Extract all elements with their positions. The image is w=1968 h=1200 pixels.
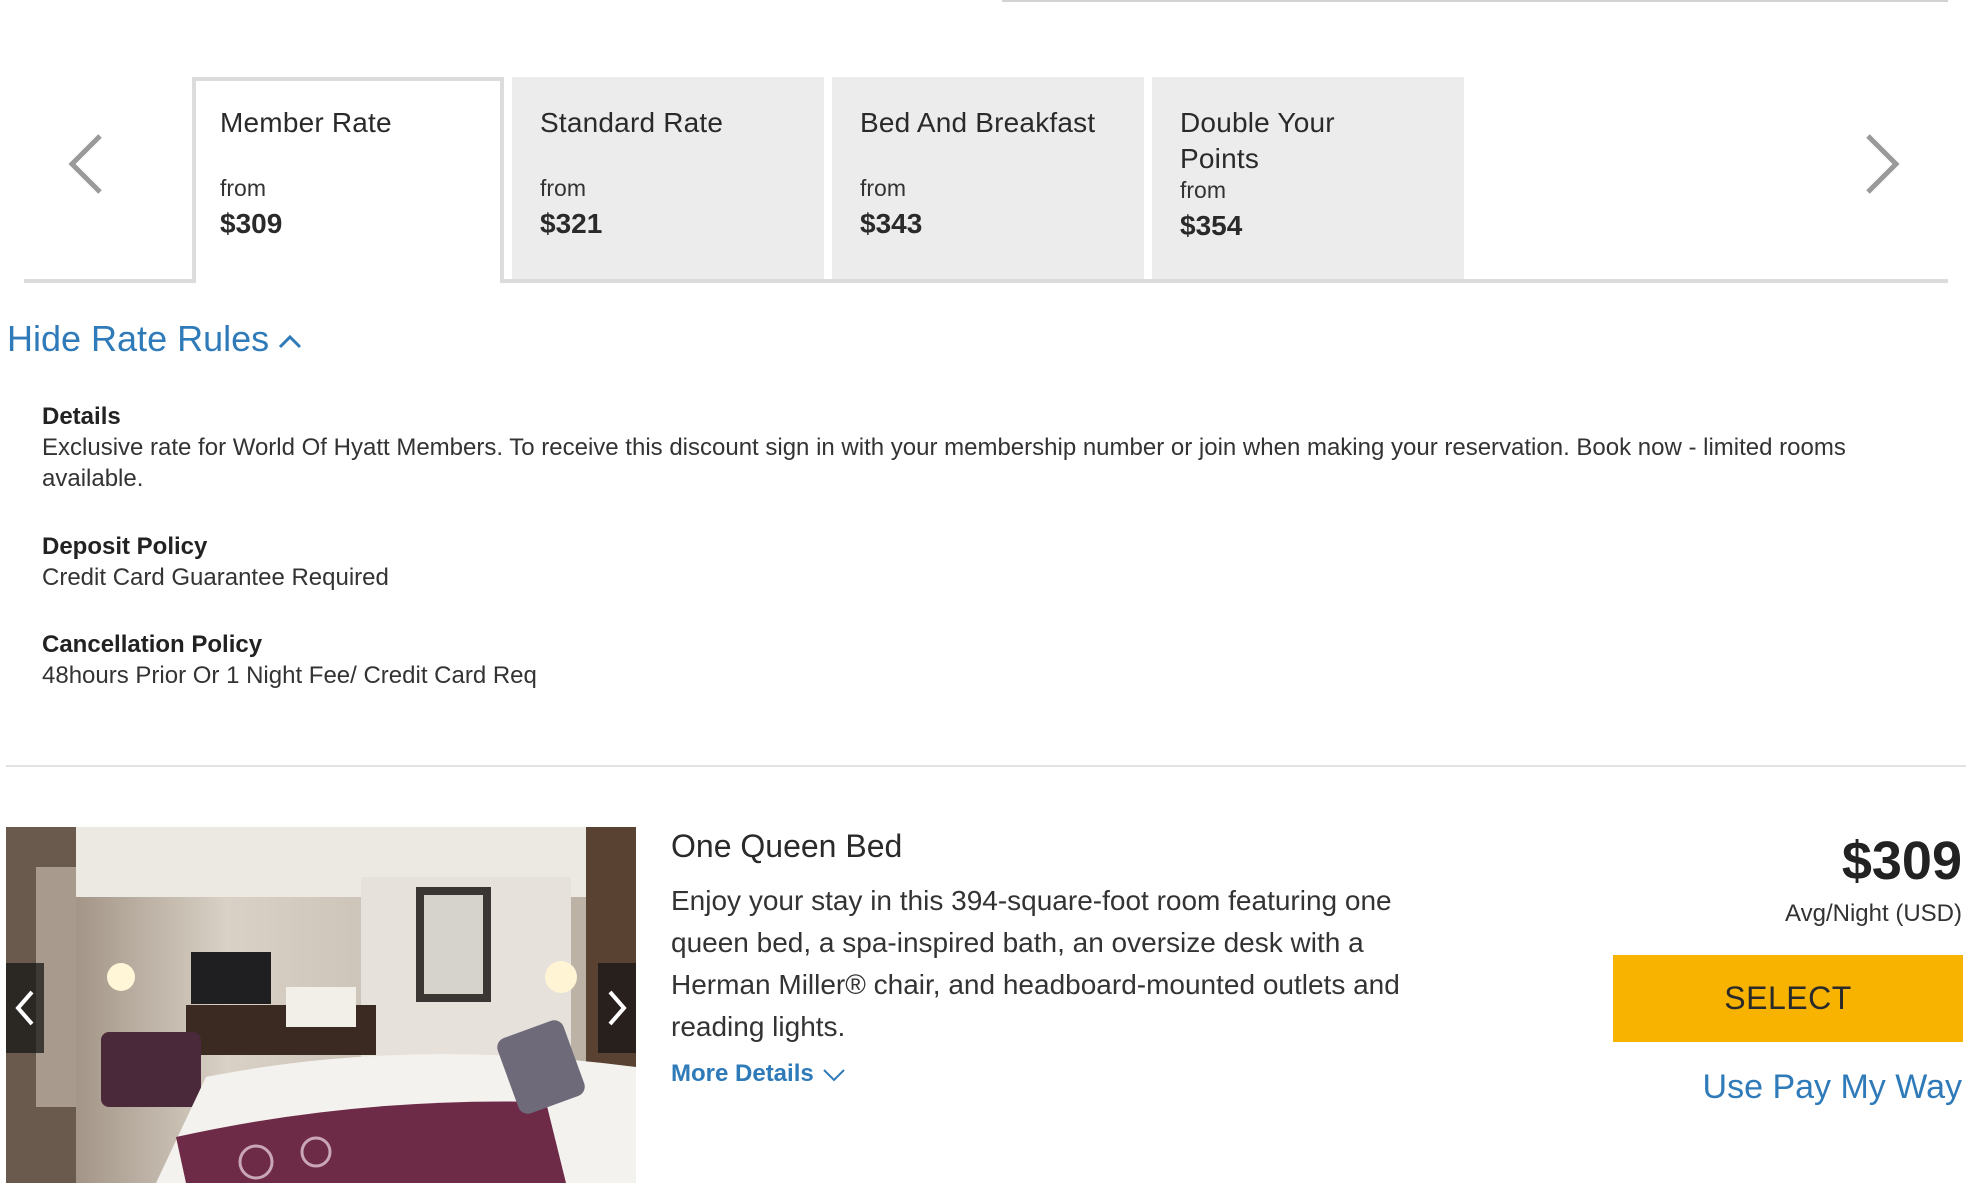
tab-from-label: from xyxy=(860,175,906,201)
tab-price: $343 xyxy=(860,208,923,239)
rule-deposit-title: Deposit Policy xyxy=(42,533,208,560)
rule-details-text: Exclusive rate for World Of Hyatt Member… xyxy=(42,434,1846,492)
tab-title: Member Rate xyxy=(220,107,392,138)
chevron-right-icon xyxy=(608,990,627,1026)
chevron-left-icon xyxy=(15,990,34,1026)
rule-cancellation-title: Cancellation Policy xyxy=(42,631,263,658)
tab-from-label: from xyxy=(540,175,586,201)
more-details-link[interactable]: More Details xyxy=(671,1060,846,1088)
tab-title: Bed And Breakfast xyxy=(860,107,1096,138)
room-price: $309 xyxy=(1841,831,1962,891)
tab-member-rate[interactable]: Member Rate from $309 xyxy=(192,77,504,283)
chevron-up-icon xyxy=(279,335,302,349)
tab-title: Double Your Points xyxy=(1180,107,1335,174)
rate-tabs-prev-button[interactable] xyxy=(66,132,106,196)
rule-cancellation: Cancellation Policy 48hours Prior Or 1 N… xyxy=(42,631,537,691)
tab-price: $309 xyxy=(220,208,283,239)
tab-bed-and-breakfast[interactable]: Bed And Breakfast from $343 xyxy=(832,77,1144,281)
rate-tabs-next-button[interactable] xyxy=(1862,132,1902,196)
section-divider xyxy=(6,765,1966,767)
tab-price: $321 xyxy=(540,208,603,239)
room-photo-image xyxy=(6,827,636,1183)
hide-rate-rules-toggle[interactable]: Hide Rate Rules xyxy=(7,318,303,360)
tab-standard-rate[interactable]: Standard Rate from $321 xyxy=(512,77,824,281)
use-pay-my-way-link[interactable]: Use Pay My Way xyxy=(1703,1068,1962,1107)
rule-deposit: Deposit Policy Credit Card Guarantee Req… xyxy=(42,533,389,593)
room-name: One Queen Bed xyxy=(671,828,903,864)
room-description: Enjoy your stay in this 394-square-foot … xyxy=(671,885,1400,1042)
photo-prev-button[interactable] xyxy=(6,963,44,1053)
more-details-label: More Details xyxy=(671,1060,814,1087)
tab-from-label: from xyxy=(1180,177,1226,203)
hide-rate-rules-label: Hide Rate Rules xyxy=(7,318,270,359)
chevron-right-icon xyxy=(1866,134,1900,194)
tab-title: Standard Rate xyxy=(540,107,724,138)
rule-cancellation-text: 48hours Prior Or 1 Night Fee/ Credit Car… xyxy=(42,662,537,689)
tab-from-label: from xyxy=(220,175,266,201)
top-divider xyxy=(1002,0,1948,2)
tab-double-your-points[interactable]: Double Your Points from $354 xyxy=(1152,77,1464,281)
price-note: Avg/Night (USD) xyxy=(1785,900,1962,927)
rule-deposit-text: Credit Card Guarantee Required xyxy=(42,564,389,591)
room-photo xyxy=(6,827,636,1183)
chevron-down-icon xyxy=(823,1068,845,1082)
chevron-left-icon xyxy=(68,134,102,194)
photo-next-button[interactable] xyxy=(598,963,636,1053)
tab-price: $354 xyxy=(1180,210,1243,241)
select-button[interactable]: SELECT xyxy=(1613,955,1963,1042)
rule-details: Details Exclusive rate for World Of Hyat… xyxy=(42,403,1892,494)
rule-details-title: Details xyxy=(42,403,121,430)
